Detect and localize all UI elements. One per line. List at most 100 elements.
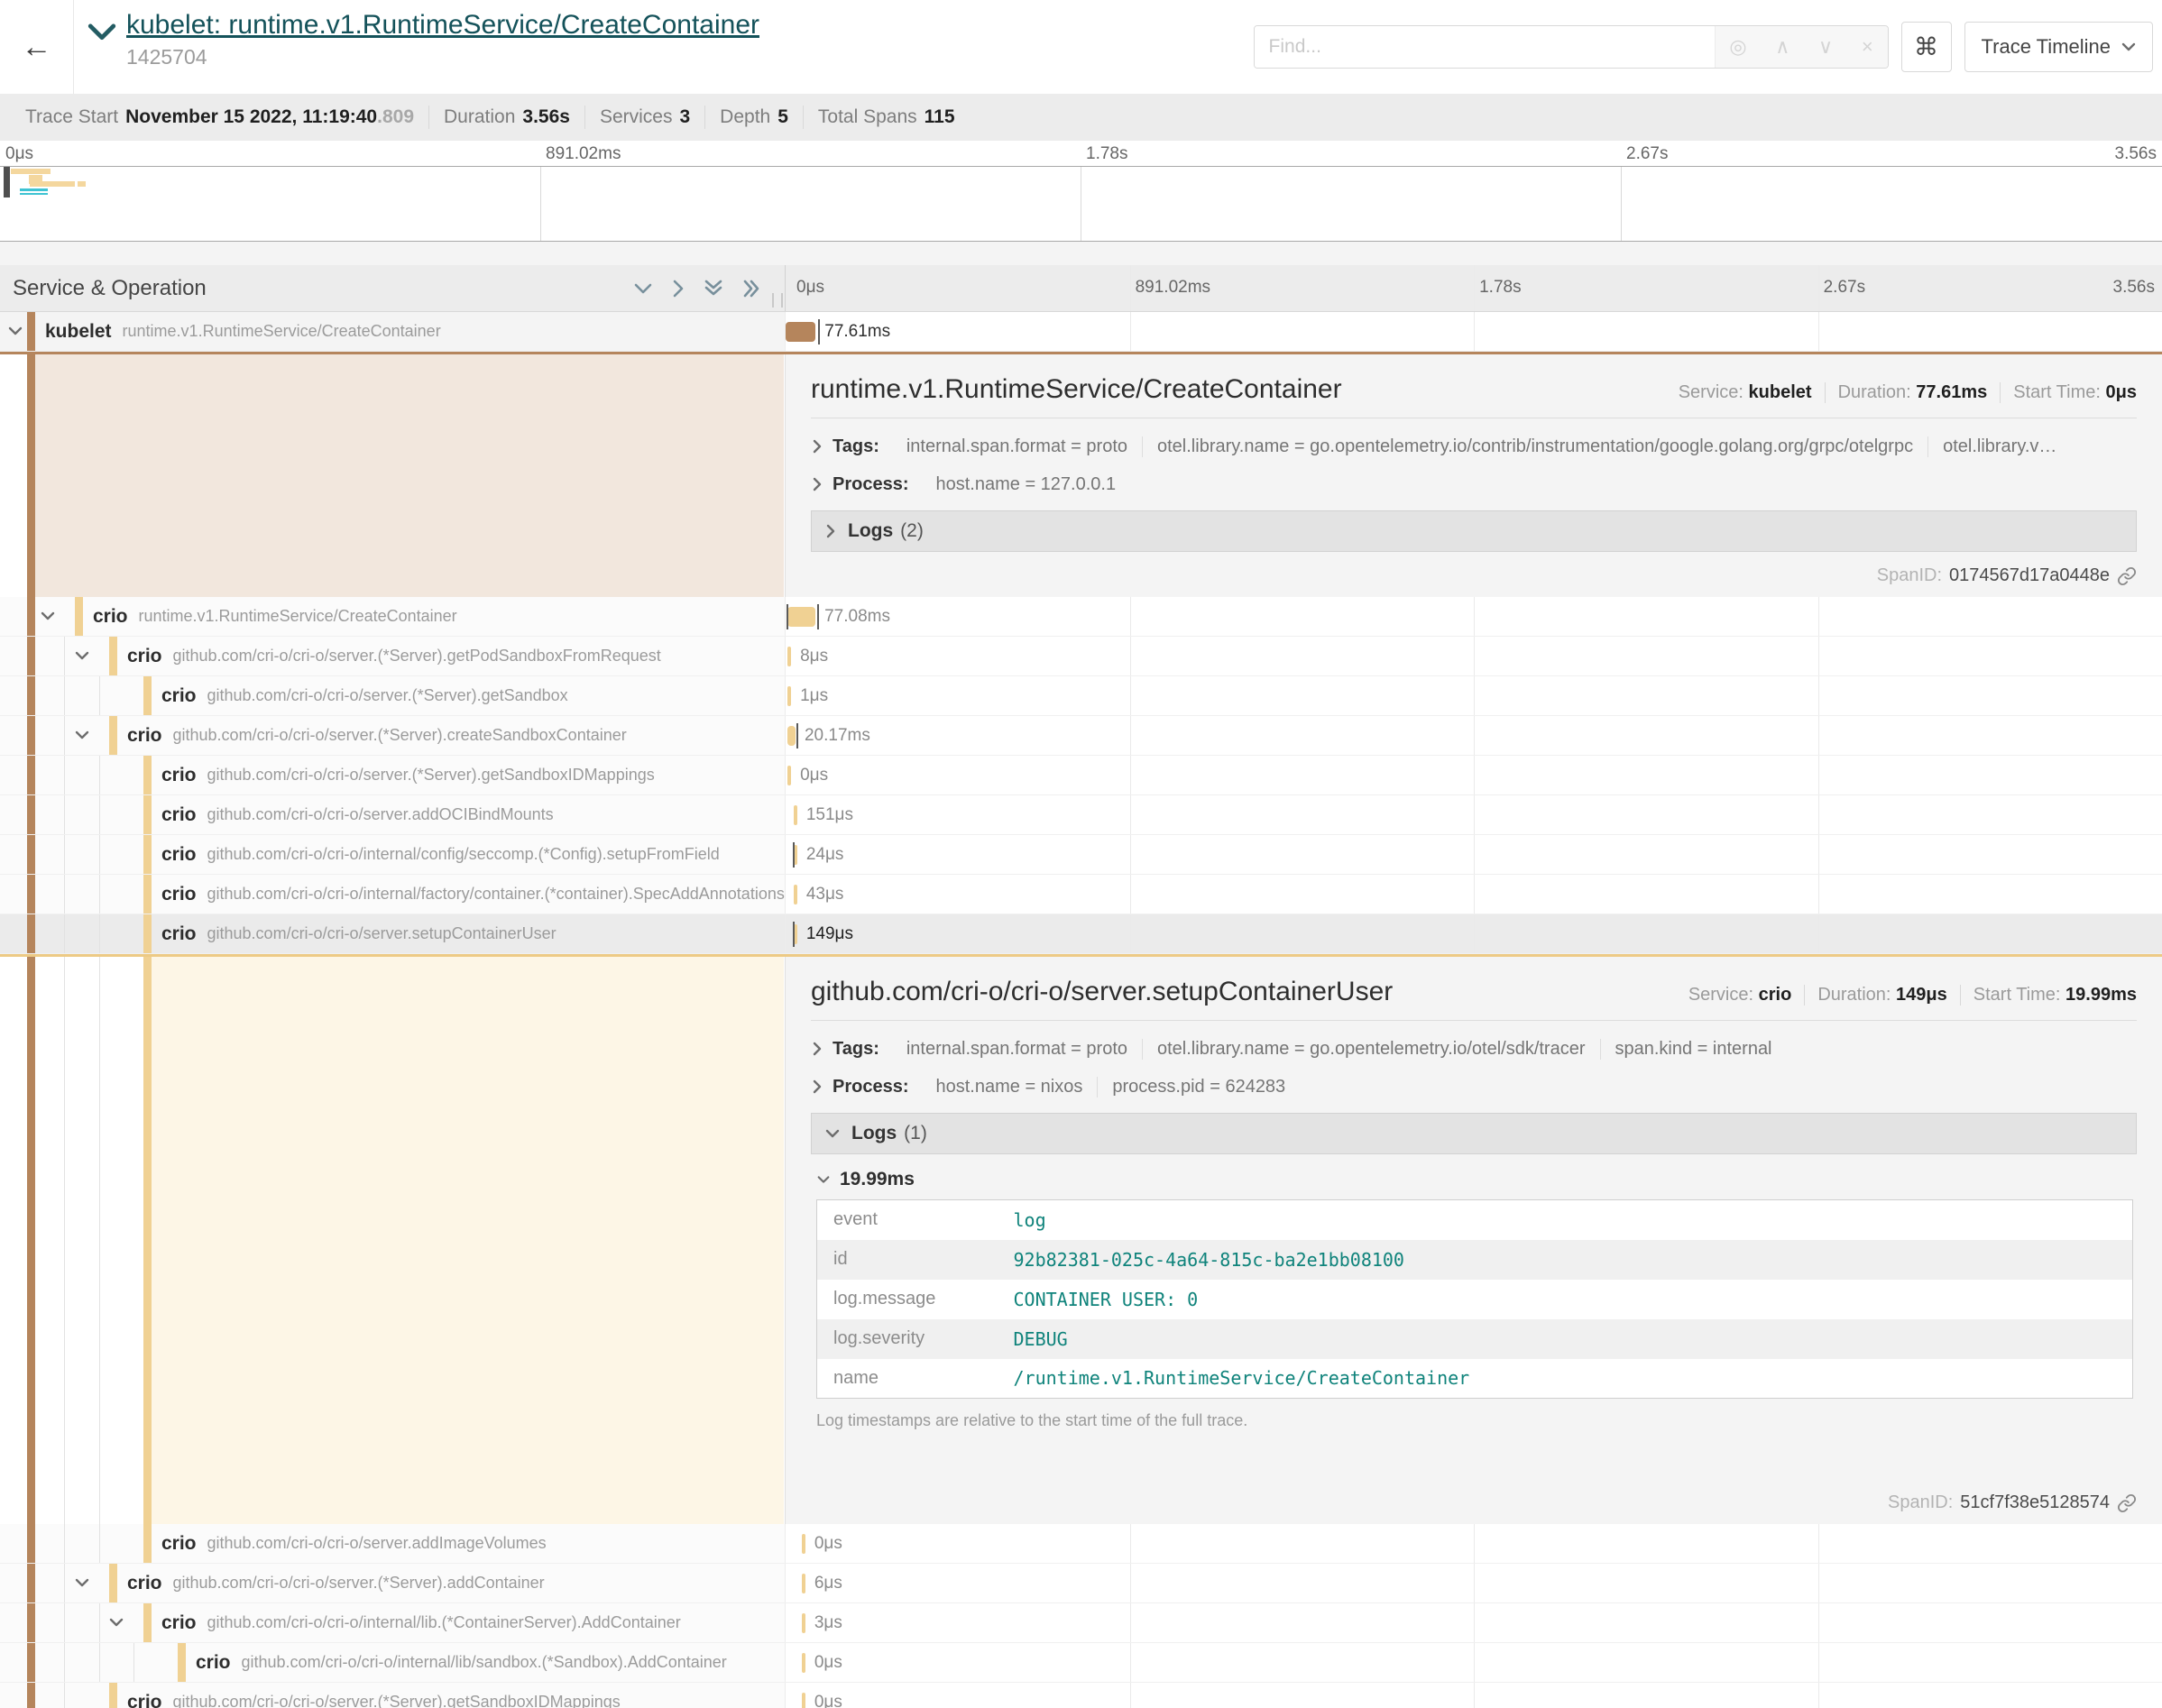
span-row[interactable]: crio github.com/cri-o/cri-o/server.addOC… (0, 795, 2162, 835)
span-operation: runtime.v1.RuntimeService/CreateContaine… (123, 322, 441, 341)
span-duration-bar[interactable] (786, 322, 815, 342)
span-duration-bar[interactable] (802, 1534, 805, 1554)
trace-collapse-chevron-icon[interactable] (87, 22, 117, 43)
span-duration-bar[interactable] (787, 726, 796, 746)
tag-item: span.kind = internal (1601, 1039, 1787, 1060)
span-timeline-cell[interactable]: 77.61ms (785, 312, 2162, 351)
span-service: crio (127, 646, 162, 667)
span-timeline-cell[interactable]: 149μs (785, 914, 2162, 953)
trace-id: 1425704 (126, 45, 759, 69)
span-row[interactable]: crio github.com/cri-o/cri-o/server.(*Ser… (0, 1564, 2162, 1603)
span-service: crio (161, 685, 197, 707)
span-color-bar (178, 1643, 186, 1682)
span-service: crio (161, 804, 197, 826)
chevron-right-icon (811, 1079, 823, 1095)
span-timeline-cell[interactable]: 3μs (785, 1603, 2162, 1642)
span-row[interactable]: crio github.com/cri-o/cri-o/server.(*Ser… (0, 637, 2162, 676)
column-resizer[interactable] (772, 293, 783, 308)
process-toggle[interactable]: Process: host.name = 127.0.0.1 (811, 465, 2137, 503)
expand-one-icon[interactable] (671, 279, 685, 298)
span-duration-bar[interactable] (787, 647, 791, 666)
span-color-bar (109, 1564, 117, 1602)
span-duration-bar[interactable] (787, 686, 791, 706)
span-row[interactable]: crio github.com/cri-o/cri-o/internal/lib… (0, 1603, 2162, 1643)
span-row[interactable]: crio github.com/cri-o/cri-o/internal/lib… (0, 1643, 2162, 1683)
link-icon[interactable] (2117, 566, 2137, 586)
span-timeline-cell[interactable]: 1μs (785, 676, 2162, 715)
trace-duration: Duration3.56s (429, 106, 585, 129)
span-timeline-cell[interactable]: 0μs (785, 1643, 2162, 1682)
chevron-up-icon[interactable]: ∧ (1775, 35, 1789, 59)
span-color-bar (109, 716, 117, 755)
locate-icon[interactable]: ◎ (1729, 35, 1746, 59)
minimap-drag-handle[interactable] (4, 167, 10, 197)
span-expand-chevron-icon[interactable] (74, 1576, 90, 1593)
span-duration-bar[interactable] (802, 1574, 805, 1593)
view-selector-button[interactable]: Trace Timeline (1964, 22, 2153, 72)
span-row[interactable]: crio runtime.v1.RuntimeService/CreateCon… (0, 597, 2162, 637)
find-input[interactable] (1255, 26, 1715, 68)
span-row[interactable]: crio github.com/cri-o/cri-o/internal/fac… (0, 875, 2162, 914)
back-button[interactable]: ← (0, 0, 74, 94)
keyboard-shortcuts-button[interactable]: ⌘ (1901, 22, 1952, 72)
span-row[interactable]: crio github.com/cri-o/cri-o/server.(*Ser… (0, 676, 2162, 716)
span-duration-bar[interactable] (802, 1693, 805, 1708)
minimap-canvas[interactable] (0, 166, 2162, 242)
span-timeline-cell[interactable]: 0μs (785, 1524, 2162, 1563)
chevron-right-icon (811, 1041, 823, 1057)
expand-all-icon[interactable] (741, 279, 761, 298)
process-toggle[interactable]: Process: host.name = nixos process.pid =… (811, 1068, 2137, 1106)
logs-toggle[interactable]: Logs (2) (811, 510, 2137, 552)
span-expand-chevron-icon[interactable] (74, 649, 90, 666)
span-expand-chevron-icon[interactable] (40, 610, 56, 627)
tags-toggle[interactable]: Tags: internal.span.format = proto otel.… (811, 427, 2137, 465)
span-expand-chevron-icon[interactable] (74, 729, 90, 746)
span-operation: github.com/cri-o/cri-o/internal/lib/sand… (242, 1653, 727, 1672)
span-row[interactable]: crio github.com/cri-o/cri-o/internal/con… (0, 835, 2162, 875)
log-field-row: id92b82381-025c-4a64-815c-ba2e1bb08100 (817, 1240, 2133, 1280)
collapse-one-icon[interactable] (633, 281, 653, 296)
span-timeline-cell[interactable]: 0μs (785, 756, 2162, 794)
collapse-all-icon[interactable] (704, 279, 723, 298)
span-detail-panel-setup-container-user: github.com/cri-o/cri-o/server.setupConta… (785, 957, 2162, 1524)
trace-depth: Depth5 (705, 106, 804, 129)
span-duration-bar[interactable] (794, 885, 797, 905)
span-row[interactable]: kubelet runtime.v1.RuntimeService/Create… (0, 312, 2162, 352)
log-entry-toggle[interactable]: 19.99ms (816, 1169, 2137, 1190)
span-expand-chevron-icon[interactable] (7, 325, 23, 342)
trace-title[interactable]: kubelet: runtime.v1.RuntimeService/Creat… (126, 9, 759, 41)
tag-item: internal.span.format = proto (892, 436, 1143, 457)
span-timeline-cell[interactable]: 0μs (785, 1683, 2162, 1708)
span-timeline-cell[interactable]: 24μs (785, 835, 2162, 874)
span-timeline-cell[interactable]: 6μs (785, 1564, 2162, 1602)
span-timeline-cell[interactable]: 20.17ms (785, 716, 2162, 755)
detail-left-gutter (0, 957, 785, 1524)
span-timeline-cell[interactable]: 77.08ms (785, 597, 2162, 636)
chevron-down-icon[interactable]: ∨ (1818, 35, 1833, 59)
span-duration-bar[interactable] (802, 1613, 805, 1633)
span-duration-bar[interactable] (794, 805, 797, 825)
span-duration-bar[interactable] (802, 1653, 805, 1673)
tags-toggle[interactable]: Tags: internal.span.format = proto otel.… (811, 1030, 2137, 1068)
span-service: crio (196, 1652, 231, 1674)
span-detail-panel-kubelet: runtime.v1.RuntimeService/CreateContaine… (785, 354, 2162, 597)
span-timeline-cell[interactable]: 43μs (785, 875, 2162, 914)
span-duration-bar[interactable] (787, 607, 815, 627)
span-row[interactable]: crio github.com/cri-o/cri-o/server.addIm… (0, 1524, 2162, 1564)
span-expand-chevron-icon[interactable] (108, 1616, 124, 1633)
span-timeline-cell[interactable]: 151μs (785, 795, 2162, 834)
link-icon[interactable] (2117, 1493, 2137, 1513)
span-duration-bar[interactable] (787, 766, 791, 785)
span-row[interactable]: crio github.com/cri-o/cri-o/server.(*Ser… (0, 1683, 2162, 1708)
span-color-bar (27, 312, 35, 351)
span-row[interactable]: crio github.com/cri-o/cri-o/server.(*Ser… (0, 756, 2162, 795)
span-timeline-cell[interactable]: 8μs (785, 637, 2162, 675)
logs-toggle[interactable]: Logs (1) (811, 1113, 2137, 1154)
span-duration-label: 77.61ms (824, 322, 890, 342)
span-row[interactable]: crio github.com/cri-o/cri-o/server.(*Ser… (0, 716, 2162, 756)
close-icon[interactable]: × (1862, 35, 1873, 59)
span-duration-label: 151μs (806, 805, 853, 825)
span-service: crio (161, 765, 197, 786)
span-row[interactable]: crio github.com/cri-o/cri-o/server.setup… (0, 914, 2162, 954)
chevron-right-icon (811, 438, 823, 455)
